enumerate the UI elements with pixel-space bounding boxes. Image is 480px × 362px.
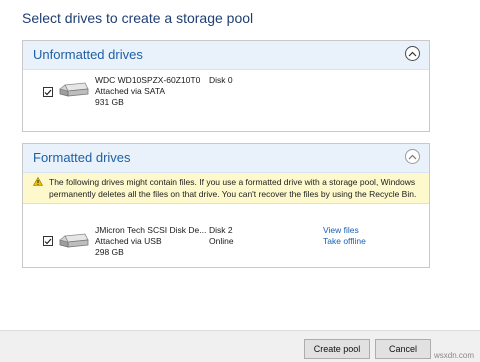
drive-disk-number: Disk 0 — [209, 75, 233, 85]
view-files-link[interactable]: View files — [323, 225, 366, 236]
drive-connection: Attached via USB — [95, 236, 162, 246]
formatted-drives-section: Formatted drives The following drives mi… — [22, 143, 430, 268]
drive-name: JMicron Tech SCSI Disk De... — [95, 225, 207, 235]
drive-info: WDC WD10SPZX-60Z10T0 Attached via SATA 9… — [95, 75, 200, 108]
formatted-drives-title: Formatted drives — [33, 150, 131, 165]
unformatted-drives-title: Unformatted drives — [33, 47, 143, 62]
drive-size: 931 GB — [95, 97, 124, 107]
take-offline-link[interactable]: Take offline — [323, 236, 366, 247]
drive-size: 298 GB — [95, 247, 124, 257]
warning-banner: The following drives might contain files… — [23, 173, 429, 204]
footer-bar: Create pool Cancel wsxdn.com — [0, 330, 480, 362]
checkmark-icon — [44, 89, 52, 95]
chevron-up-icon — [408, 154, 417, 159]
hard-drive-icon — [59, 233, 89, 248]
create-pool-button[interactable]: Create pool — [304, 339, 370, 359]
checkmark-icon — [44, 238, 52, 244]
drive-disk-info: Disk 0 — [209, 75, 233, 86]
unformatted-drives-section: Unformatted drives WDC WD10SPZX-60Z10T0 … — [22, 40, 430, 132]
hard-drive-icon — [59, 82, 89, 97]
formatted-drives-header[interactable]: Formatted drives — [23, 144, 429, 173]
collapse-unformatted-button[interactable] — [405, 46, 420, 61]
page-title: Select drives to create a storage pool — [22, 10, 254, 26]
drive-connection: Attached via SATA — [95, 86, 166, 96]
drive-info: JMicron Tech SCSI Disk De... Attached vi… — [95, 225, 206, 258]
drive-links: View files Take offline — [323, 225, 366, 247]
drive-name: WDC WD10SPZX-60Z10T0 — [95, 75, 201, 85]
drive-row-unformatted-0[interactable]: WDC WD10SPZX-60Z10T0 Attached via SATA 9… — [23, 71, 429, 119]
drive-row-formatted-0[interactable]: JMicron Tech SCSI Disk De... Attached vi… — [23, 204, 429, 257]
unformatted-drives-header[interactable]: Unformatted drives — [23, 41, 429, 70]
drive-disk-info: Disk 2 Online — [209, 225, 234, 247]
collapse-formatted-button[interactable] — [405, 149, 420, 164]
warning-icon — [33, 177, 43, 186]
watermark: wsxdn.com — [433, 351, 474, 360]
drive-checkbox[interactable] — [43, 87, 53, 97]
warning-text: The following drives might contain files… — [49, 177, 417, 199]
chevron-up-icon — [408, 51, 417, 56]
drive-status: Online — [209, 236, 234, 246]
drive-disk-number: Disk 2 — [209, 225, 233, 235]
drive-checkbox[interactable] — [43, 236, 53, 246]
cancel-button[interactable]: Cancel — [375, 339, 431, 359]
